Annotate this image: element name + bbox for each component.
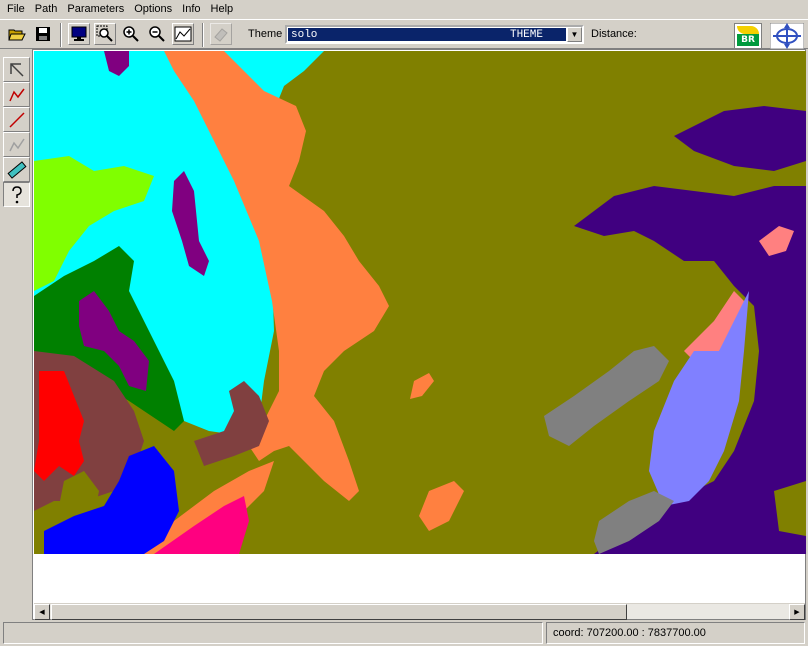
- display-button[interactable]: [68, 23, 90, 45]
- scroll-thumb[interactable]: [51, 604, 627, 620]
- help-tool[interactable]: [3, 182, 30, 207]
- app-window: File Path Parameters Options Info Help T…: [0, 0, 808, 646]
- distance-label: Distance:: [591, 28, 637, 40]
- menu-path[interactable]: Path: [30, 0, 63, 18]
- full-extent-icon: [174, 26, 192, 42]
- logo-leaf-shape: [737, 26, 759, 34]
- horizontal-scrollbar[interactable]: ◀ ▶: [34, 603, 805, 620]
- menu-options[interactable]: Options: [129, 0, 177, 18]
- zoom-out-icon: [149, 26, 165, 42]
- zoom-in-button[interactable]: [120, 23, 142, 45]
- polyline-tool[interactable]: [3, 82, 30, 107]
- logo-text: BR: [737, 34, 759, 46]
- open-button[interactable]: [6, 23, 28, 45]
- zoom-area-icon: [96, 25, 113, 42]
- eraser-icon: [214, 28, 228, 42]
- toolbar: Theme solo THEME ▼ Distance: BR: [0, 19, 808, 49]
- save-button[interactable]: [32, 23, 54, 45]
- theme-value-name: solo: [291, 28, 318, 41]
- menu-file[interactable]: File: [2, 0, 30, 18]
- map-view[interactable]: ◀ ▶: [32, 49, 806, 620]
- polyline-icon: [8, 88, 25, 101]
- zoom-area-button[interactable]: [94, 23, 116, 45]
- path-icon: [8, 138, 25, 151]
- status-message: [3, 622, 543, 644]
- status-bar: coord: 707200.00 : 7837700.00: [0, 622, 808, 646]
- path-tool[interactable]: [3, 132, 30, 157]
- theme-select[interactable]: solo THEME ▼: [285, 25, 584, 44]
- save-icon: [36, 27, 50, 41]
- display-icon: [71, 26, 87, 41]
- eraser-button[interactable]: [210, 23, 232, 45]
- ruler-icon: [6, 160, 27, 179]
- chevron-down-icon[interactable]: ▼: [567, 27, 582, 42]
- menu-help[interactable]: Help: [206, 0, 239, 18]
- pointer-tool[interactable]: [3, 57, 30, 82]
- scroll-left-icon[interactable]: ◀: [34, 604, 50, 620]
- coord-readout: coord: 707200.00 : 7837700.00: [546, 622, 805, 644]
- br-logo: BR: [734, 23, 762, 49]
- menu-parameters[interactable]: Parameters: [62, 0, 129, 18]
- compass-logo-icon: [770, 23, 804, 49]
- menu-bar: File Path Parameters Options Info Help: [0, 0, 808, 18]
- theme-label: Theme: [248, 28, 283, 40]
- open-icon: [8, 29, 26, 41]
- menu-info[interactable]: Info: [177, 0, 205, 18]
- tool-palette: [3, 57, 30, 207]
- pointer-icon: [9, 62, 24, 77]
- ruler-tool[interactable]: [3, 157, 30, 182]
- soil-map[interactable]: [34, 51, 806, 554]
- zoom-out-button[interactable]: [146, 23, 168, 45]
- zoom-in-icon: [123, 26, 139, 42]
- help-icon: [11, 185, 22, 203]
- theme-selected-value: solo THEME: [288, 28, 566, 41]
- scroll-right-icon[interactable]: ▶: [789, 604, 805, 620]
- line-tool[interactable]: [3, 107, 30, 132]
- full-extent-button[interactable]: [172, 23, 194, 45]
- line-icon: [8, 111, 25, 128]
- theme-value-type: THEME: [509, 28, 543, 41]
